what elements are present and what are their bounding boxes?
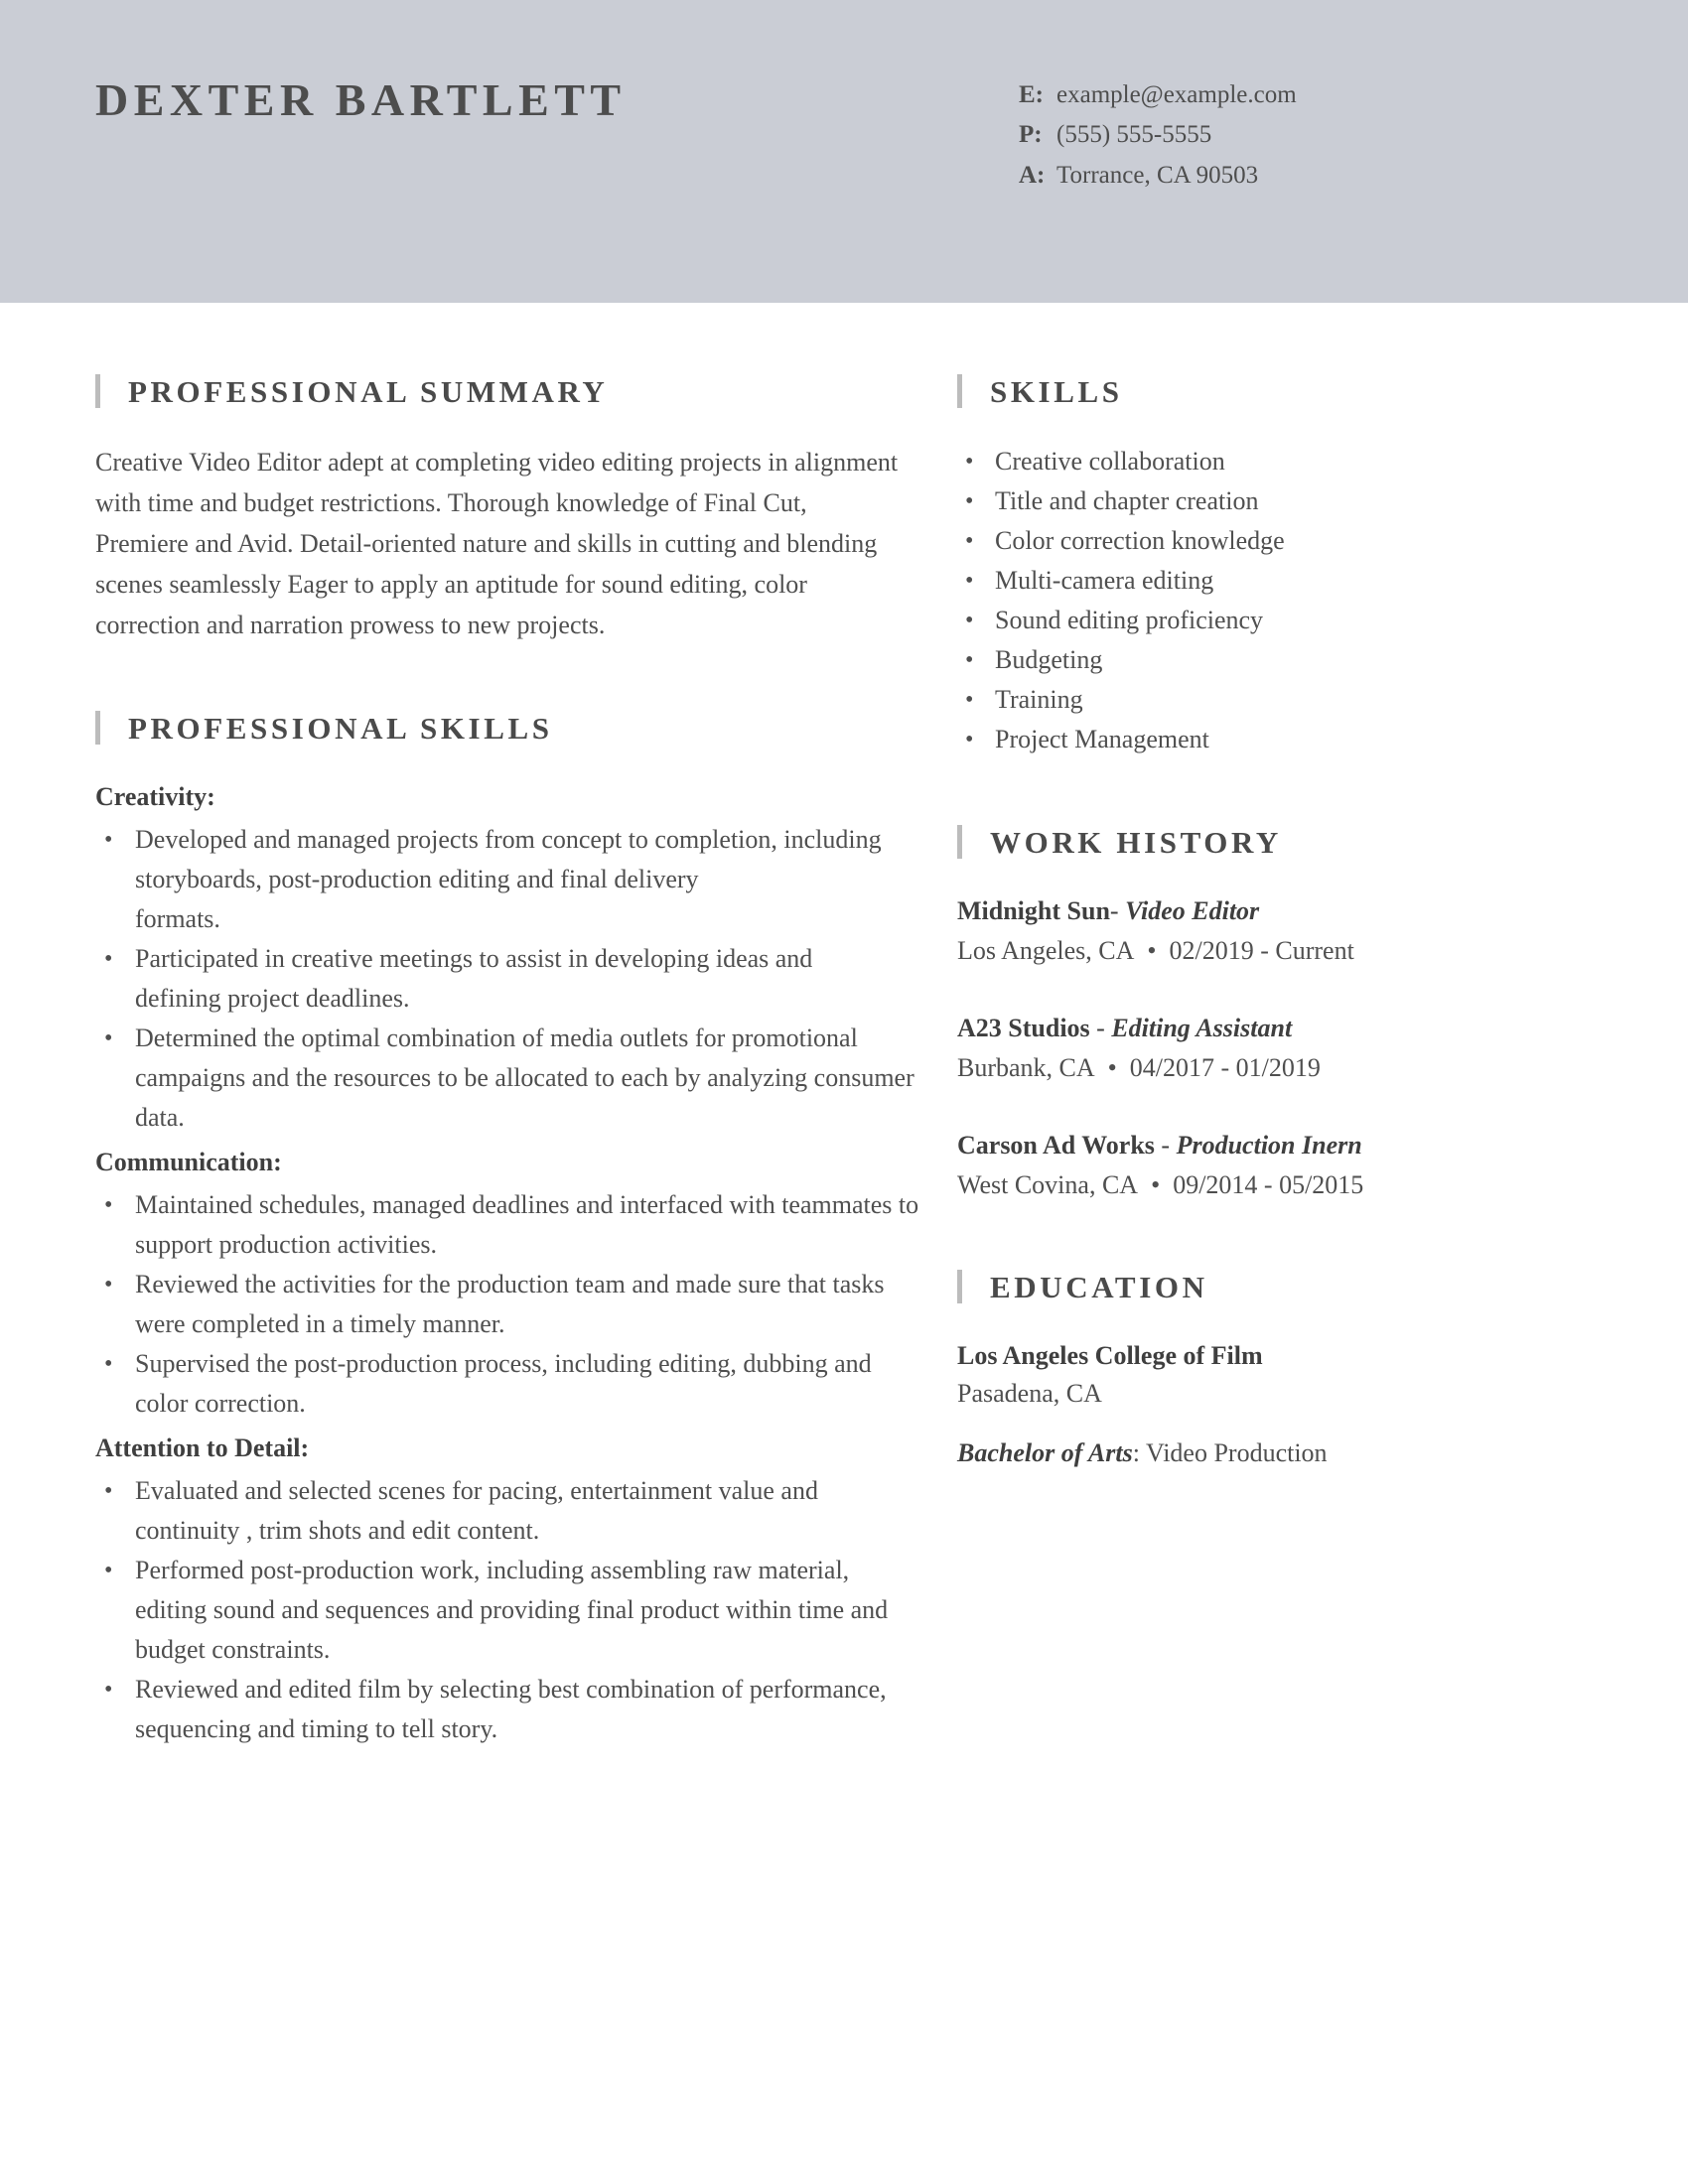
- education-school: Los Angeles College of Film: [957, 1341, 1263, 1370]
- job-role: Editing Assistant: [1111, 1014, 1293, 1042]
- education-location: Pasadena, CA: [957, 1379, 1102, 1408]
- resume-header: DEXTER BARTLETT E: example@example.com P…: [0, 0, 1688, 303]
- contact-value-phone[interactable]: (555) 555-5555: [1056, 119, 1211, 150]
- list-item: Participated in creative meetings to ass…: [95, 939, 919, 1019]
- job-location: West Covina, CA: [957, 1170, 1139, 1199]
- job-location: Burbank, CA: [957, 1053, 1095, 1082]
- left-column: PROFESSIONAL SUMMARY Creative Video Edit…: [0, 303, 933, 1755]
- skill-group-communication: Communication: Maintained schedules, man…: [95, 1144, 933, 1424]
- section-header-skills: SKILLS: [957, 374, 1628, 408]
- job-company: Midnight Sun: [957, 896, 1110, 925]
- job-company: Carson Ad Works: [957, 1131, 1155, 1160]
- contact-row-address: A: Torrance, CA 90503: [1019, 160, 1688, 191]
- section-work-history: WORK HISTORY Midnight Sun- Video Editor …: [957, 825, 1628, 1204]
- section-header-professional-skills: PROFESSIONAL SKILLS: [95, 711, 933, 745]
- work-history-entry: A23 Studios - Editing Assistant Burbank,…: [957, 1010, 1628, 1087]
- list-item: Creative collaboration: [957, 442, 1628, 481]
- skill-group-bullets: Maintained schedules, managed deadlines …: [95, 1185, 933, 1424]
- section-professional-skills: PROFESSIONAL SKILLS Creativity: Develope…: [95, 711, 933, 1749]
- job-meta-bullet-icon: •: [1107, 1053, 1117, 1082]
- job-separator: -: [1109, 896, 1119, 925]
- list-item: Multi-camera editing: [957, 561, 1628, 601]
- job-title-line: A23 Studios - Editing Assistant: [957, 1010, 1628, 1047]
- resume-body: PROFESSIONAL SUMMARY Creative Video Edit…: [0, 303, 1688, 1755]
- job-location: Los Angeles, CA: [957, 936, 1135, 965]
- list-item: Performed post-production work, includin…: [95, 1551, 919, 1670]
- skill-group-creativity: Creativity: Developed and managed projec…: [95, 778, 933, 1138]
- contact-label-address: A:: [1019, 161, 1046, 189]
- section-skills: SKILLS Creative collaboration Title and …: [957, 374, 1628, 759]
- job-meta-line: Burbank, CA • 04/2017 - 01/2019: [957, 1049, 1628, 1087]
- education-degree-field: : Video Production: [1132, 1438, 1328, 1467]
- list-item: Project Management: [957, 720, 1628, 759]
- education-degree: Bachelor of Arts: [957, 1438, 1133, 1467]
- skill-group-bullets: Evaluated and selected scenes for pacing…: [95, 1471, 933, 1749]
- work-history-entry: Carson Ad Works - Production Inern West …: [957, 1127, 1628, 1204]
- list-item: Supervised the post-production process, …: [95, 1344, 919, 1424]
- job-dates: 02/2019 - Current: [1169, 936, 1354, 965]
- section-header-education: EDUCATION: [957, 1270, 1628, 1303]
- list-item: Evaluated and selected scenes for pacing…: [95, 1471, 919, 1551]
- job-title-line: Carson Ad Works - Production Inern: [957, 1127, 1628, 1164]
- right-column: SKILLS Creative collaboration Title and …: [933, 303, 1688, 1472]
- job-title-line: Midnight Sun- Video Editor: [957, 892, 1628, 930]
- work-history-entry: Midnight Sun- Video Editor Los Angeles, …: [957, 892, 1628, 970]
- job-meta-line: West Covina, CA • 09/2014 - 05/2015: [957, 1166, 1628, 1204]
- list-item: Developed and managed projects from conc…: [95, 820, 919, 939]
- list-item: Determined the optimal combination of me…: [95, 1019, 919, 1138]
- section-header-work-history: WORK HISTORY: [957, 825, 1628, 859]
- list-item: Title and chapter creation: [957, 481, 1628, 521]
- job-role: Video Editor: [1118, 896, 1260, 925]
- header-inner: DEXTER BARTLETT E: example@example.com P…: [0, 0, 1688, 200]
- page-title: DEXTER BARTLETT: [95, 74, 627, 125]
- contact-label-email: E:: [1019, 81, 1044, 108]
- list-item: Reviewed the activities for the producti…: [95, 1265, 919, 1344]
- professional-summary-text: Creative Video Editor adept at completin…: [95, 448, 899, 639]
- job-role: Production Inern: [1176, 1131, 1362, 1160]
- section-accent-bar-icon: [957, 374, 962, 408]
- job-company: A23 Studios: [957, 1014, 1090, 1042]
- skill-group-bullets: Developed and managed projects from conc…: [95, 820, 933, 1138]
- job-meta-bullet-icon: •: [1147, 936, 1157, 965]
- contact-row-phone: P: (555) 555-5555: [1019, 119, 1688, 150]
- contact-value-email[interactable]: example@example.com: [1056, 79, 1297, 110]
- job-meta-bullet-icon: •: [1151, 1170, 1161, 1199]
- section-title-work-history: WORK HISTORY: [990, 824, 1282, 860]
- skill-group-attention-to-detail: Attention to Detail: Evaluated and selec…: [95, 1430, 933, 1749]
- job-meta-line: Los Angeles, CA • 02/2019 - Current: [957, 932, 1628, 970]
- section-professional-summary: PROFESSIONAL SUMMARY Creative Video Edit…: [95, 374, 933, 645]
- job-dates: 04/2017 - 01/2019: [1129, 1053, 1321, 1082]
- contact-info-block: E: example@example.com P: (555) 555-5555…: [1019, 75, 1688, 200]
- list-item: Sound editing proficiency: [957, 601, 1628, 640]
- list-item: Maintained schedules, managed deadlines …: [95, 1185, 919, 1265]
- contact-value-address: Torrance, CA 90503: [1056, 161, 1259, 189]
- list-item: Reviewed and edited film by selecting be…: [95, 1670, 919, 1749]
- job-dates: 09/2014 - 05/2015: [1173, 1170, 1364, 1199]
- job-separator: -: [1154, 1131, 1177, 1160]
- section-education: EDUCATION Los Angeles College of Film Pa…: [957, 1270, 1628, 1472]
- section-accent-bar-icon: [95, 711, 100, 745]
- skills-list: Creative collaboration Title and chapter…: [957, 442, 1628, 759]
- skill-group-label: Creativity:: [95, 782, 215, 811]
- section-title-professional-skills: PROFESSIONAL SKILLS: [128, 710, 553, 746]
- section-header-professional-summary: PROFESSIONAL SUMMARY: [95, 374, 933, 408]
- section-accent-bar-icon: [95, 374, 100, 408]
- section-title-education: EDUCATION: [990, 1269, 1208, 1304]
- list-item: Budgeting: [957, 640, 1628, 680]
- list-item: Training: [957, 680, 1628, 720]
- section-accent-bar-icon: [957, 825, 962, 859]
- skill-group-label: Attention to Detail:: [95, 1433, 310, 1462]
- section-accent-bar-icon: [957, 1270, 962, 1303]
- section-title-professional-summary: PROFESSIONAL SUMMARY: [128, 373, 609, 409]
- job-separator: -: [1089, 1014, 1112, 1042]
- contact-row-email: E: example@example.com: [1019, 79, 1688, 110]
- education-degree-line: Bachelor of Arts: Video Production: [957, 1434, 1628, 1472]
- list-item: Color correction knowledge: [957, 521, 1628, 561]
- skill-group-label: Communication:: [95, 1148, 282, 1176]
- section-title-skills: SKILLS: [990, 373, 1123, 409]
- contact-label-phone: P:: [1019, 121, 1043, 149]
